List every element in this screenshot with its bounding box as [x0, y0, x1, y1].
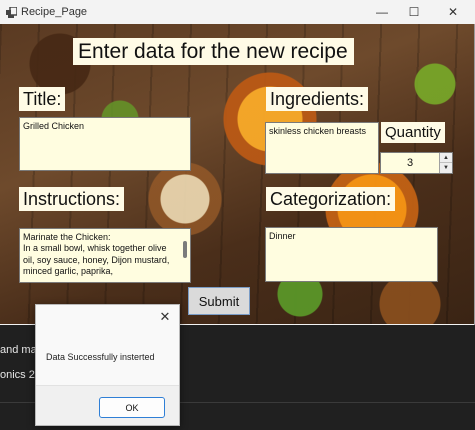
quantity-label: Quantity [381, 122, 445, 143]
submit-button[interactable]: Submit [188, 287, 250, 315]
title-input[interactable]: Grilled Chicken [19, 117, 191, 171]
title-bar[interactable]: Recipe_Page — ☐ ✕ [0, 0, 475, 24]
form-header: Enter data for the new recipe [73, 38, 354, 65]
instructions-input[interactable]: Marinate the Chicken: In a small bowl, w… [19, 228, 191, 283]
categorization-input[interactable]: Dinner [265, 227, 438, 282]
ingredients-input[interactable]: skinless chicken breasts [265, 122, 379, 174]
message-box: ✕ Data Successfully insterted OK [35, 304, 180, 426]
instructions-text: Marinate the Chicken: In a small bowl, w… [23, 232, 170, 276]
close-button[interactable]: ✕ [434, 0, 472, 24]
quantity-stepper[interactable]: 3 ▲ ▼ [380, 152, 453, 174]
stepper-buttons: ▲ ▼ [439, 153, 452, 173]
background-text-2: onics 2 [0, 369, 35, 381]
instructions-label: Instructions: [19, 187, 125, 211]
title-label: Title: [19, 87, 66, 111]
message-footer: OK [36, 385, 179, 425]
scrollbar-thumb[interactable] [183, 241, 187, 258]
categorization-label: Categorization: [266, 187, 396, 211]
maximize-button[interactable]: ☐ [395, 0, 433, 24]
message-text: Data Successfully insterted [46, 352, 155, 362]
background-text-1: and ma [0, 344, 37, 356]
form-area: Enter data for the new recipe Title: Gri… [0, 24, 474, 324]
decrement-icon[interactable]: ▼ [440, 163, 452, 173]
app-icon [5, 6, 17, 18]
ok-button[interactable]: OK [99, 397, 165, 418]
ingredients-label: Ingredients: [266, 87, 369, 111]
message-close-button[interactable]: ✕ [155, 308, 175, 326]
quantity-value[interactable]: 3 [381, 153, 439, 173]
recipe-window: Recipe_Page — ☐ ✕ Enter data for the new… [0, 0, 475, 325]
window-title: Recipe_Page [21, 6, 88, 18]
increment-icon[interactable]: ▲ [440, 153, 452, 163]
